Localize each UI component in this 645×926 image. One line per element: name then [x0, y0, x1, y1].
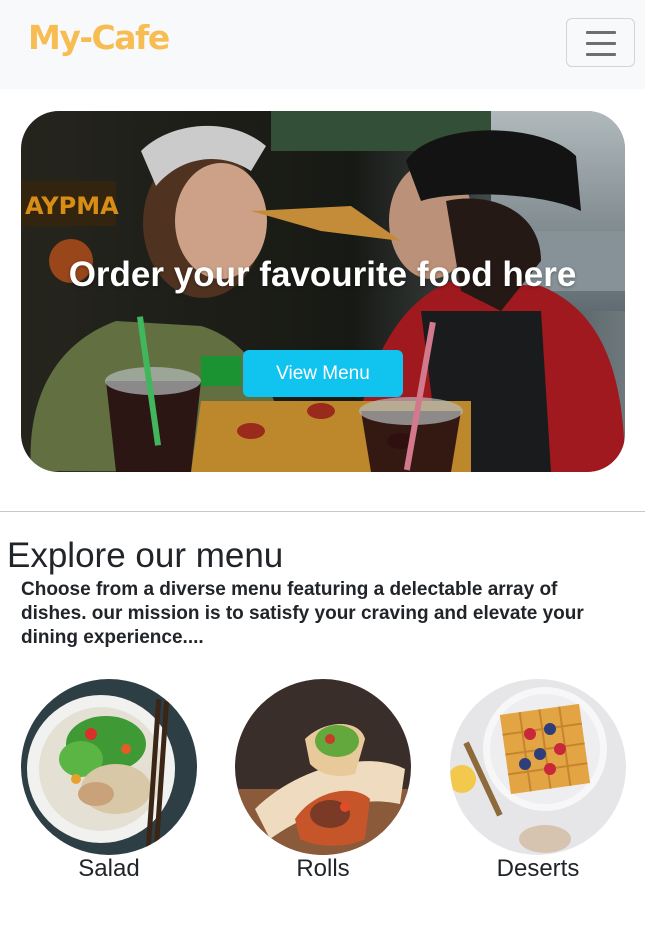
rolls-image[interactable]: [235, 679, 411, 855]
navbar: My-Cafe: [0, 0, 645, 89]
category-label-salad: Salad: [78, 855, 140, 882]
brand-logo[interactable]: My-Cafe: [28, 18, 170, 57]
explore-menu-description: Choose from a diverse menu featuring a d…: [21, 579, 584, 648]
section-divider: [0, 511, 645, 512]
view-menu-button[interactable]: View Menu: [243, 350, 403, 397]
explore-menu-title: Explore our menu: [7, 536, 284, 575]
navbar-toggle-button[interactable]: [566, 18, 635, 67]
hero-title: Order your favourite food here: [68, 255, 577, 294]
deserts-image[interactable]: [450, 679, 626, 855]
salad-image[interactable]: [21, 679, 197, 855]
category-label-deserts: Deserts: [496, 855, 580, 882]
category-label-rolls: Rolls: [296, 855, 350, 882]
